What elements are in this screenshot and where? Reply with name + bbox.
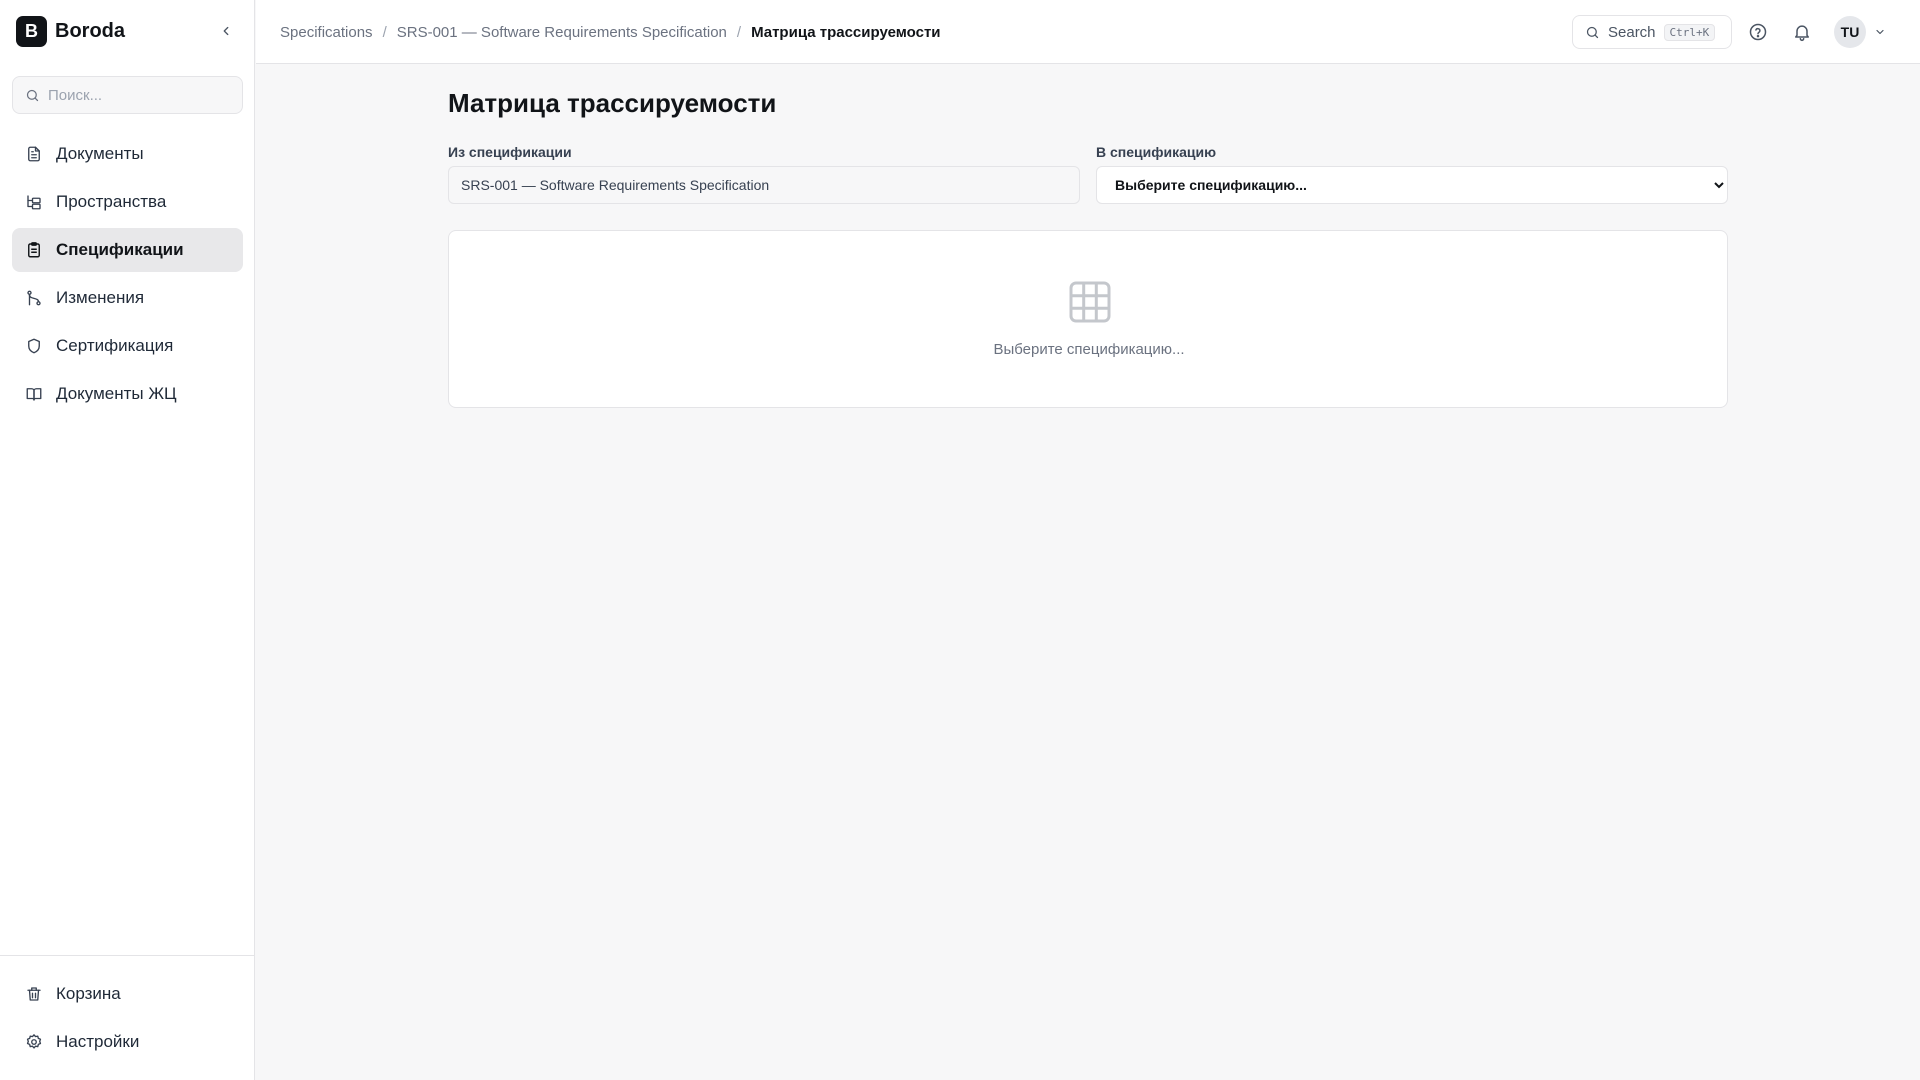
page-title: Матрица трассируемости bbox=[448, 88, 777, 118]
sidebar-item-label: Документы bbox=[56, 144, 144, 163]
clipboard-icon bbox=[24, 240, 44, 260]
spaces-tree-icon bbox=[24, 192, 44, 212]
matrix-empty-state: Выберите спецификацию... bbox=[448, 230, 1728, 408]
breadcrumb: Specifications / SRS-001 — Software Requ… bbox=[280, 0, 941, 64]
sidebar-item-spaces[interactable]: Пространства bbox=[12, 180, 243, 224]
to-spec-select[interactable]: Выберите спецификацию... bbox=[1096, 166, 1728, 204]
user-menu[interactable]: TU bbox=[1834, 15, 1886, 49]
avatar: TU bbox=[1834, 16, 1866, 48]
gear-icon bbox=[24, 1032, 44, 1052]
sidebar-item-label: Изменения bbox=[56, 288, 145, 307]
from-spec-value: SRS-001 — Software Requirements Specific… bbox=[448, 166, 1080, 204]
sidebar-bottom: Корзина Настройки bbox=[0, 955, 255, 1068]
sidebar-item-trash[interactable]: Корзина bbox=[12, 972, 243, 1016]
trash-icon bbox=[24, 984, 44, 1004]
sidebar-item-certification[interactable]: Сертификация bbox=[12, 324, 243, 368]
from-spec-label: Из спецификации bbox=[448, 144, 572, 160]
sidebar-item-changes[interactable]: Изменения bbox=[12, 276, 243, 320]
search-icon bbox=[1586, 26, 1599, 38]
sidebar-search-input[interactable] bbox=[48, 86, 228, 104]
help-button[interactable] bbox=[1746, 20, 1770, 44]
breadcrumb-separator: / bbox=[382, 23, 387, 41]
global-search-button[interactable]: Search Ctrl+K bbox=[1572, 15, 1732, 49]
notifications-button[interactable] bbox=[1790, 20, 1814, 44]
search-icon bbox=[26, 89, 39, 101]
sidebar-item-label: Документы ЖЦ bbox=[56, 384, 177, 403]
topbar: Specifications / SRS-001 — Software Requ… bbox=[256, 0, 1920, 64]
help-circle-icon bbox=[1749, 23, 1767, 41]
sidebar-nav: Документы Пространства Спецификации Изме… bbox=[12, 132, 243, 420]
breadcrumb-srs-001[interactable]: SRS-001 — Software Requirements Specific… bbox=[397, 24, 727, 41]
sidebar-item-lifecycle-docs[interactable]: Документы ЖЦ bbox=[12, 372, 243, 416]
sidebar-item-label: Спецификации bbox=[56, 240, 184, 259]
collapse-sidebar-button[interactable] bbox=[215, 20, 237, 42]
chevron-left-icon bbox=[223, 26, 229, 36]
sidebar-item-label: Сертификация bbox=[56, 336, 174, 355]
sidebar-item-label: Пространства bbox=[56, 192, 167, 211]
sidebar-item-label: Корзина bbox=[56, 984, 121, 1003]
book-icon bbox=[24, 384, 44, 404]
breadcrumb-specifications[interactable]: Specifications bbox=[280, 24, 373, 41]
chevron-down-icon bbox=[1876, 29, 1884, 35]
sidebar-item-settings[interactable]: Настройки bbox=[12, 1020, 243, 1064]
sidebar-item-documents[interactable]: Документы bbox=[12, 132, 243, 176]
to-spec-label: В спецификацию bbox=[1096, 144, 1217, 160]
shield-icon bbox=[24, 336, 44, 356]
global-search-label: Search bbox=[1608, 23, 1656, 41]
search-shortcut: Ctrl+K bbox=[1663, 23, 1716, 41]
grid-table-icon bbox=[1069, 281, 1111, 323]
empty-state-text: Выберите спецификацию... bbox=[993, 341, 1185, 358]
breadcrumb-current: Матрица трассируемости bbox=[751, 23, 941, 41]
git-branch-icon bbox=[24, 288, 44, 308]
sidebar-item-specifications[interactable]: Спецификации bbox=[12, 228, 243, 272]
sidebar-search[interactable] bbox=[12, 76, 243, 114]
brand-name: Boroda bbox=[55, 20, 125, 42]
brand-logo: B bbox=[16, 16, 47, 47]
breadcrumb-separator: / bbox=[736, 23, 742, 41]
to-spec-field: В спецификацию Выберите спецификацию... bbox=[1096, 144, 1728, 204]
document-icon bbox=[24, 144, 44, 164]
sidebar-item-label: Настройки bbox=[56, 1032, 140, 1051]
sidebar: B Boroda Документы Пространства Специфик… bbox=[0, 0, 255, 1080]
from-spec-field: Из спецификации SRS-001 — Software Requi… bbox=[448, 144, 1080, 204]
bell-icon bbox=[1795, 25, 1809, 42]
brand[interactable]: B Boroda bbox=[16, 16, 125, 47]
